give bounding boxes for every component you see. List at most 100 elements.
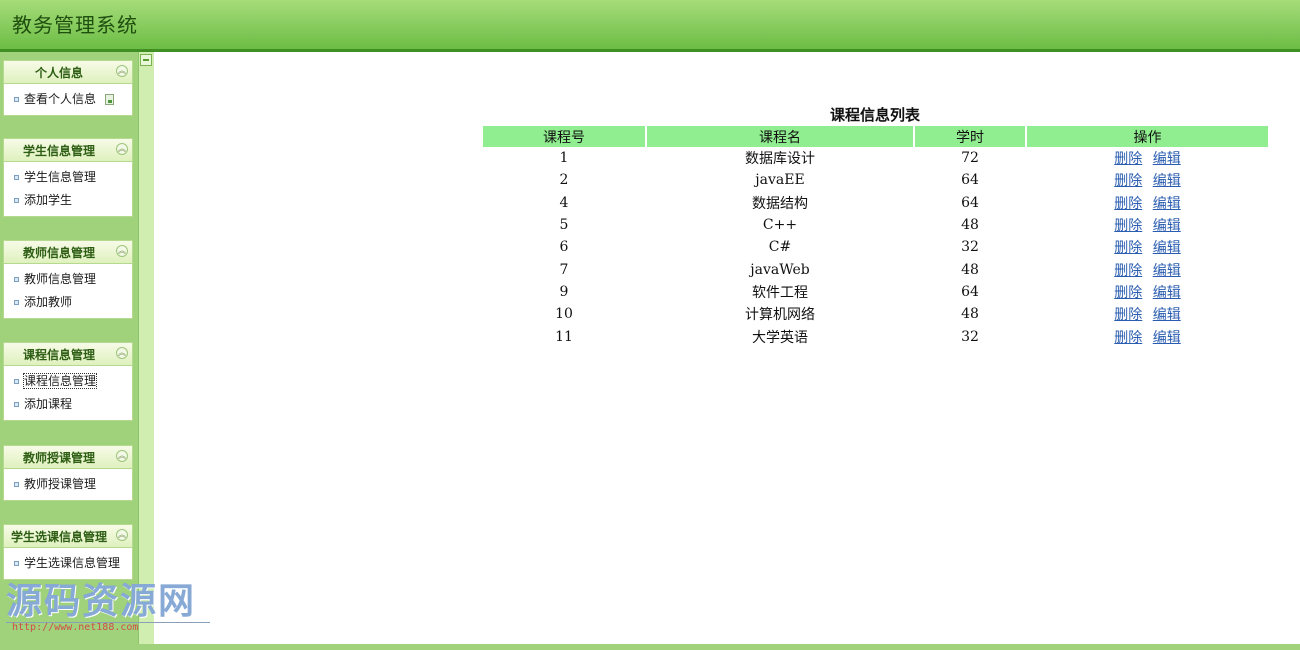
- menu-group-student-info: 学生信息管理 ︽ 学生信息管理 添加学生: [3, 138, 133, 217]
- bullet-icon: [14, 482, 19, 487]
- sidebar-item-teacher-info-manage[interactable]: 教师信息管理: [4, 268, 132, 291]
- cell-course-name: javaWeb: [750, 261, 810, 278]
- collapse-icon[interactable]: ︽: [116, 450, 128, 462]
- collapse-icon[interactable]: ︽: [116, 529, 128, 541]
- bullet-icon: [14, 198, 19, 203]
- cell-course-id: 10: [555, 306, 573, 323]
- table-caption: 课程信息列表: [829, 106, 920, 124]
- collapse-icon[interactable]: ︽: [116, 347, 128, 359]
- sidebar-item-course-info-manage[interactable]: 课程信息管理: [4, 370, 132, 393]
- sidebar-splitter[interactable]: [138, 52, 154, 644]
- edit-link[interactable]: 编辑: [1153, 285, 1181, 301]
- sidebar-item-add-student[interactable]: 添加学生: [4, 189, 132, 212]
- cell-hours: 48: [961, 261, 979, 278]
- cell-course-name: 数据结构: [752, 195, 808, 212]
- cell-operations: 删除 编辑: [1027, 258, 1268, 280]
- menu-group-course-selection: 学生选课信息管理 ︽ 学生选课信息管理: [3, 524, 133, 580]
- menu-group-title: 学生选课信息管理: [10, 530, 107, 544]
- menu-group-header[interactable]: 教师信息管理 ︽: [4, 241, 132, 264]
- edit-link[interactable]: 编辑: [1153, 151, 1181, 167]
- column-header-operations: 操作: [1027, 126, 1268, 147]
- menu-group-header[interactable]: 学生信息管理 ︽: [4, 139, 132, 162]
- collapse-icon[interactable]: ︽: [116, 65, 128, 77]
- menu-group-header[interactable]: 个人信息 ︽: [4, 61, 132, 84]
- cell-hours: 72: [961, 150, 979, 167]
- delete-link[interactable]: 删除: [1114, 173, 1142, 189]
- sidebar-item-course-selection-manage[interactable]: 学生选课信息管理: [4, 552, 132, 575]
- sidebar-item-label: 学生信息管理: [24, 170, 97, 184]
- edit-link[interactable]: 编辑: [1153, 218, 1181, 234]
- menu-group-teaching-assignment: 教师授课管理 ︽ 教师授课管理: [3, 445, 133, 501]
- collapse-sidebar-icon[interactable]: [140, 54, 152, 66]
- watermark: 源码资源网 http://www.net188.com: [6, 581, 210, 633]
- delete-link[interactable]: 删除: [1114, 285, 1142, 301]
- cell-course-name: 计算机网络: [745, 307, 815, 324]
- bullet-icon: [14, 300, 19, 305]
- edit-link[interactable]: 编辑: [1153, 196, 1181, 212]
- collapse-icon[interactable]: ︽: [116, 143, 128, 155]
- cell-course-id: 7: [559, 261, 569, 278]
- sidebar: 个人信息 ︽ 查看个人信息 学生信息管理 ︽ 学生信息管理 添加学生 教师信息管…: [0, 52, 138, 644]
- menu-group-course-info: 课程信息管理 ︽ 课程信息管理 添加课程: [3, 342, 133, 421]
- menu-group-title: 课程信息管理: [22, 348, 95, 362]
- bullet-icon: [14, 175, 19, 180]
- bullet-icon: [14, 402, 19, 407]
- sidebar-item-label: 教师信息管理: [24, 272, 97, 286]
- edit-link[interactable]: 编辑: [1153, 307, 1181, 323]
- delete-link[interactable]: 删除: [1114, 240, 1142, 256]
- cell-course-id: 5: [559, 217, 569, 234]
- sidebar-item-label: 课程信息管理: [22, 373, 98, 389]
- menu-group-header[interactable]: 课程信息管理 ︽: [4, 343, 132, 366]
- bullet-icon: [14, 277, 19, 282]
- table-row: 2 javaEE 64 删除 编辑: [483, 169, 1268, 191]
- column-header-course-name: 课程名: [647, 126, 913, 147]
- edit-link[interactable]: 编辑: [1153, 240, 1181, 256]
- table-row: 11 大学英语 32 删除 编辑: [483, 325, 1268, 347]
- delete-link[interactable]: 删除: [1114, 151, 1142, 167]
- cell-hours: 48: [961, 306, 979, 323]
- table-row: 5 C++ 48 删除 编辑: [483, 214, 1268, 236]
- edit-link[interactable]: 编辑: [1153, 330, 1181, 346]
- cell-course-id: 9: [559, 283, 569, 300]
- cell-course-name: 大学英语: [752, 329, 808, 346]
- menu-group-title: 学生信息管理: [22, 144, 95, 158]
- table-row: 1 数据库设计 72 删除 编辑: [483, 147, 1268, 169]
- table-row: 9 软件工程 64 删除 编辑: [483, 281, 1268, 303]
- table-row: 10 计算机网络 48 删除 编辑: [483, 303, 1268, 325]
- delete-link[interactable]: 删除: [1114, 307, 1142, 323]
- menu-group-header[interactable]: 教师授课管理 ︽: [4, 446, 132, 469]
- sidebar-item-student-info-manage[interactable]: 学生信息管理: [4, 166, 132, 189]
- page-icon: [105, 94, 114, 105]
- edit-link[interactable]: 编辑: [1153, 173, 1181, 189]
- cell-operations: 删除 编辑: [1027, 303, 1268, 325]
- cell-course-name: 软件工程: [752, 284, 808, 301]
- cell-course-id: 1: [559, 150, 569, 167]
- delete-link[interactable]: 删除: [1114, 330, 1142, 346]
- bullet-icon: [14, 561, 19, 566]
- cell-hours: 64: [961, 172, 979, 189]
- sidebar-item-view-personal-info[interactable]: 查看个人信息: [4, 88, 132, 111]
- sidebar-item-add-teacher[interactable]: 添加教师: [4, 291, 132, 314]
- bullet-icon: [14, 97, 19, 102]
- edit-link[interactable]: 编辑: [1153, 263, 1181, 279]
- cell-operations: 删除 编辑: [1027, 236, 1268, 258]
- table-header-row: 课程号 课程名 学时 操作: [483, 126, 1268, 147]
- menu-group-header[interactable]: 学生选课信息管理 ︽: [4, 525, 132, 548]
- watermark-text: 源码资源网: [6, 581, 197, 622]
- app-header: 教务管理系统: [0, 0, 1300, 52]
- sidebar-item-label: 学生选课信息管理: [24, 556, 121, 570]
- sidebar-item-label: 教师授课管理: [24, 477, 97, 491]
- menu-group-title: 个人信息: [34, 66, 83, 80]
- cell-course-id: 4: [559, 194, 569, 211]
- delete-link[interactable]: 删除: [1114, 196, 1142, 212]
- sidebar-item-add-course[interactable]: 添加课程: [4, 393, 132, 416]
- footer-bar: [0, 644, 1300, 650]
- sidebar-item-label: 查看个人信息: [24, 92, 97, 106]
- collapse-icon[interactable]: ︽: [116, 245, 128, 257]
- cell-operations: 删除 编辑: [1027, 325, 1268, 347]
- sidebar-item-teaching-assignment-manage[interactable]: 教师授课管理: [4, 473, 132, 496]
- delete-link[interactable]: 删除: [1114, 263, 1142, 279]
- sidebar-item-label: 添加学生: [24, 193, 73, 207]
- delete-link[interactable]: 删除: [1114, 218, 1142, 234]
- cell-operations: 删除 编辑: [1027, 214, 1268, 236]
